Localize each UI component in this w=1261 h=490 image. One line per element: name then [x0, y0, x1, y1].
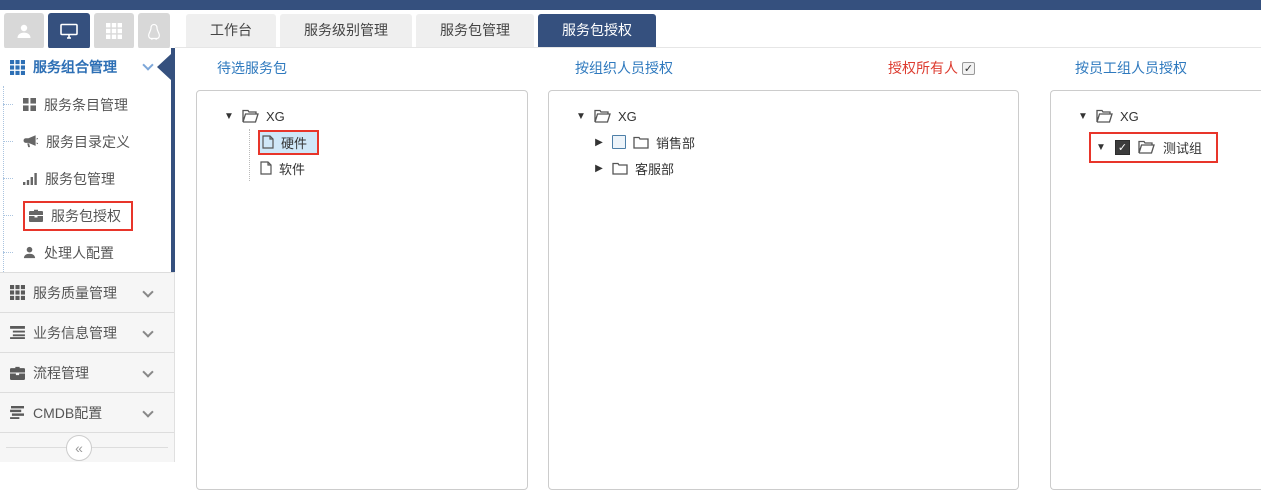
sidebar-group-label: 服务组合管理	[33, 57, 117, 77]
chevron-down-icon	[142, 366, 153, 377]
tree-node-label: 测试组	[1163, 138, 1202, 157]
app-icon-bar	[0, 10, 175, 48]
tree-node-hardware[interactable]: 硬件	[258, 129, 517, 155]
folder-open-icon	[242, 109, 259, 123]
sidebar-group-process-mgmt[interactable]: 流程管理	[0, 352, 174, 392]
group-tree: ▼ XG ▼ ✓ 测试组	[1061, 103, 1261, 165]
tree-node-customer-service-dept[interactable]: ▶ 客服部	[593, 155, 1008, 181]
monitor-icon[interactable]	[48, 13, 90, 49]
megaphone-icon	[23, 135, 38, 148]
chevron-down-icon	[142, 286, 153, 297]
tab-service-level-mgmt[interactable]: 服务级别管理	[280, 14, 412, 47]
tree-node-root[interactable]: ▼ XG	[1077, 103, 1261, 129]
sidebar-footer: «	[0, 432, 174, 462]
org-auth-panel: ▼ XG ▶ 销售部 ▶ 客服部	[548, 90, 1019, 490]
sidebar-item-label: 服务条目管理	[44, 95, 128, 115]
sidebar-item-label: 服务包管理	[45, 169, 115, 189]
package-tree: ▼ XG 硬件 软件	[207, 103, 517, 181]
tree-node-label: 客服部	[635, 159, 674, 178]
tree-node-label: XG	[618, 109, 637, 124]
tree-node-root[interactable]: ▼ XG	[575, 103, 1008, 129]
tab-underline	[175, 47, 1261, 48]
tree-node-label: 销售部	[656, 133, 695, 152]
user-icon[interactable]	[4, 13, 44, 49]
tree-node-label: 软件	[279, 159, 305, 178]
folder-open-icon	[1138, 140, 1155, 154]
folder-closed-icon	[633, 136, 649, 149]
sidebar-group-label: 流程管理	[33, 363, 89, 383]
folder-open-icon	[1096, 109, 1113, 123]
sidebar: 服务组合管理 服务条目管理 服务目录定义 服务包管理	[0, 48, 175, 462]
chevron-down-icon	[142, 326, 153, 337]
list-icon	[10, 326, 25, 339]
authorize-all-checkbox[interactable]: ✓	[962, 62, 975, 75]
sidebar-collapsed-groups: 服务质量管理 业务信息管理 流程管理 CMDB配置	[0, 272, 174, 432]
tab-service-package-mgmt[interactable]: 服务包管理	[416, 14, 534, 47]
lines-icon	[10, 406, 25, 419]
briefcase-icon	[10, 366, 25, 380]
grid-icon	[10, 285, 25, 300]
panel-title-available-packages: 待选服务包	[217, 58, 287, 78]
sidebar-group-label: 服务质量管理	[33, 283, 117, 303]
sidebar-group-label: 业务信息管理	[33, 323, 117, 343]
document-icon	[260, 161, 272, 175]
org-tree: ▼ XG ▶ 销售部 ▶ 客服部	[559, 103, 1008, 181]
sales-dept-checkbox[interactable]	[612, 135, 626, 149]
tree-node-sales-dept[interactable]: ▶ 销售部	[593, 129, 1008, 155]
briefcase-icon	[29, 209, 43, 222]
sidebar-group-service-portfolio[interactable]: 服务组合管理	[0, 48, 174, 86]
triangle-down-icon[interactable]: ▼	[1095, 142, 1107, 153]
person-icon	[23, 246, 36, 259]
document-icon	[262, 135, 274, 149]
sidebar-item-label: 服务目录定义	[46, 132, 130, 152]
sidebar-group-cmdb-config[interactable]: CMDB配置	[0, 392, 174, 432]
annotation-red-box: 硬件	[258, 130, 319, 155]
blocks-icon	[23, 98, 36, 111]
sidebar-group-business-info[interactable]: 业务信息管理	[0, 312, 174, 352]
triangle-down-icon[interactable]: ▼	[223, 111, 235, 122]
triangle-down-icon[interactable]: ▼	[575, 111, 587, 122]
grid-icon[interactable]	[94, 13, 134, 49]
sidebar-submenu: 服务条目管理 服务目录定义 服务包管理 服务包授权	[3, 86, 174, 272]
sidebar-group-label: CMDB配置	[33, 403, 102, 423]
folder-open-icon	[594, 109, 611, 123]
chevron-down-icon	[142, 59, 153, 70]
group-auth-panel: ▼ XG ▼ ✓ 测试组	[1050, 90, 1261, 490]
sidebar-item-service-catalog-def[interactable]: 服务目录定义	[4, 123, 174, 160]
annotation-red-box: 服务包授权	[23, 201, 133, 231]
available-packages-panel: ▼ XG 硬件 软件	[196, 90, 528, 490]
tab-bar: 工作台 服务级别管理 服务包管理 服务包授权	[186, 14, 656, 47]
triangle-down-icon[interactable]: ▼	[1077, 111, 1089, 122]
sidebar-item-handler-config[interactable]: 处理人配置	[4, 234, 174, 271]
tree-node-root[interactable]: ▼ XG	[223, 103, 517, 129]
panel-title-group-auth: 按员工组人员授权	[1075, 58, 1187, 78]
tab-workbench[interactable]: 工作台	[186, 14, 276, 47]
triangle-right-icon[interactable]: ▶	[593, 163, 605, 174]
penguin-icon[interactable]	[138, 13, 170, 49]
chevron-down-icon	[142, 406, 153, 417]
annotation-red-box: ▼ ✓ 测试组	[1089, 132, 1218, 163]
sidebar-item-service-package-auth[interactable]: 服务包授权	[4, 197, 174, 234]
top-bar	[0, 0, 1261, 10]
authorize-all-control: 授权所有人 ✓	[888, 58, 975, 78]
bar-chart-icon	[23, 172, 37, 185]
tab-service-package-auth[interactable]: 服务包授权	[538, 14, 656, 47]
sidebar-group-service-quality[interactable]: 服务质量管理	[0, 272, 174, 312]
sidebar-item-service-entry-mgmt[interactable]: 服务条目管理	[4, 86, 174, 123]
sidebar-collapse-button[interactable]: «	[66, 435, 92, 461]
tree-node-label: 硬件	[281, 133, 307, 152]
sidebar-item-label: 服务包授权	[51, 206, 121, 226]
grid-icon	[10, 60, 25, 75]
test-group-checkbox[interactable]: ✓	[1115, 140, 1130, 155]
tree-node-software[interactable]: 软件	[260, 155, 517, 181]
tree-node-label: XG	[266, 109, 285, 124]
sidebar-item-label: 处理人配置	[44, 243, 114, 263]
tree-node-label: XG	[1120, 109, 1139, 124]
sidebar-item-service-package-mgmt[interactable]: 服务包管理	[4, 160, 174, 197]
triangle-right-icon[interactable]: ▶	[593, 137, 605, 148]
authorize-all-label: 授权所有人	[888, 58, 958, 78]
panel-title-org-auth: 按组织人员授权	[575, 58, 673, 78]
folder-closed-icon	[612, 162, 628, 175]
tree-node-test-group[interactable]: ▼ ✓ 测试组	[1089, 129, 1261, 165]
